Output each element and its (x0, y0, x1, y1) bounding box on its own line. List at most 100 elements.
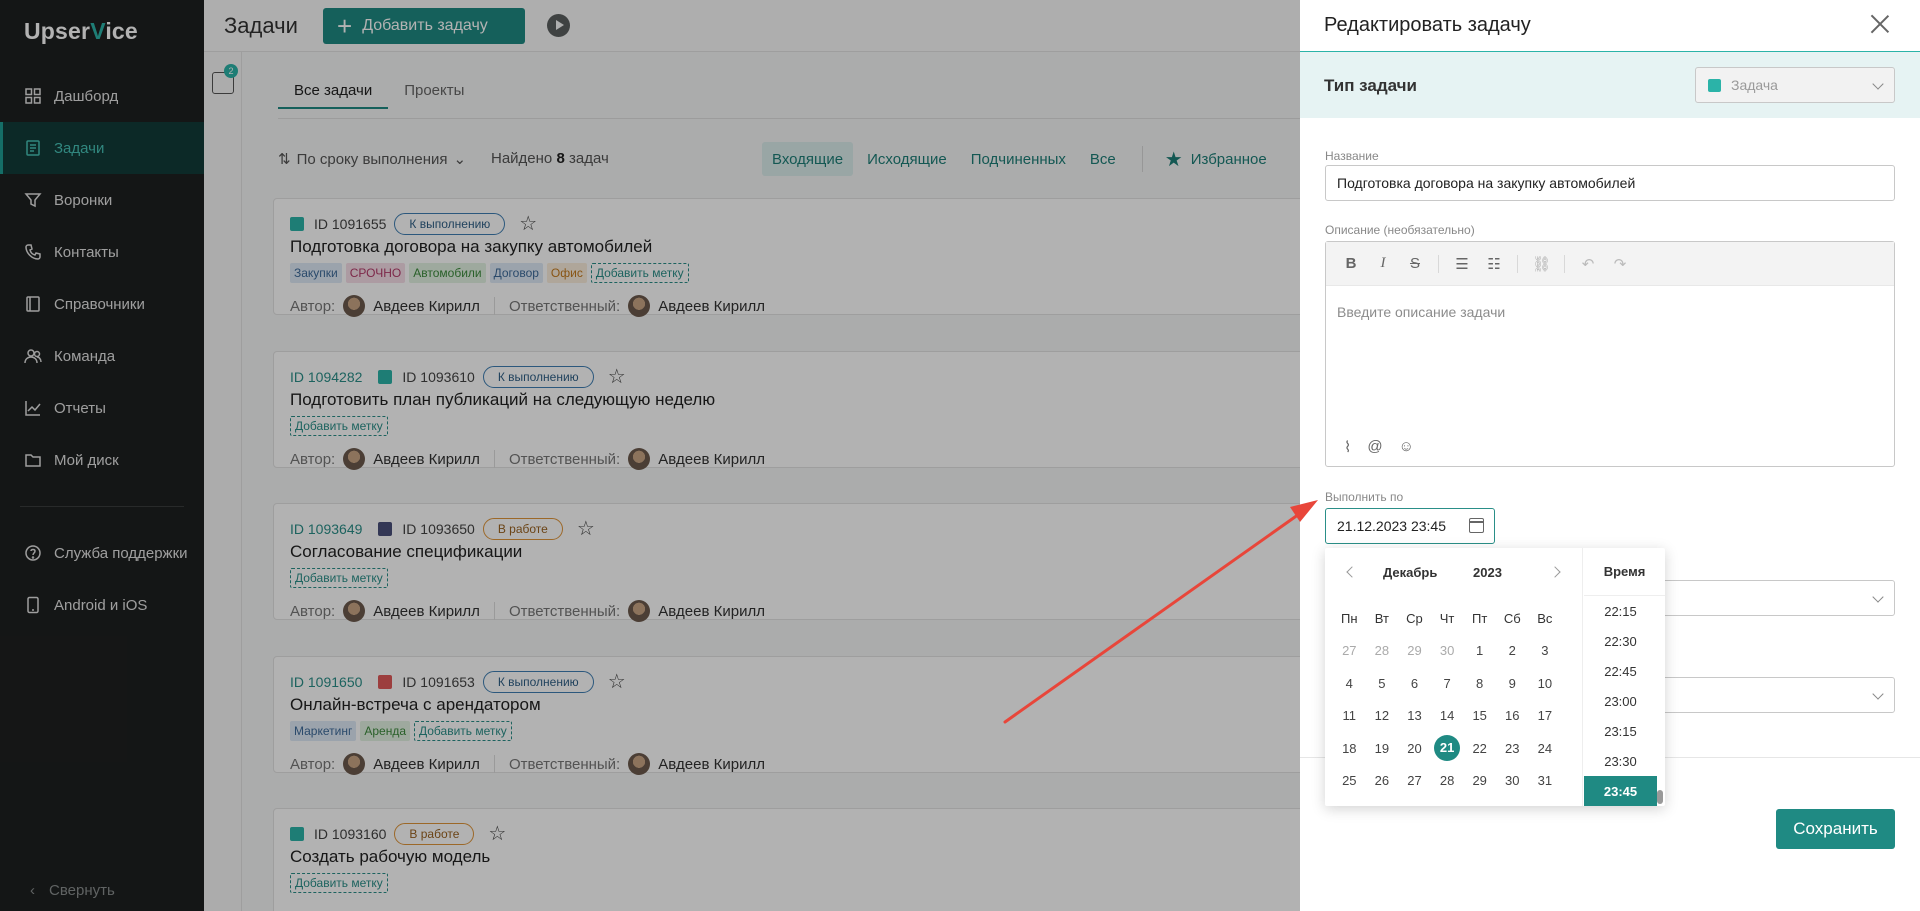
time-option[interactable]: 23:00 (1584, 686, 1657, 716)
calendar-day[interactable]: 8 (1463, 676, 1496, 691)
calendar-day-number: 30 (1439, 643, 1455, 659)
calendar-day[interactable]: 25 (1333, 773, 1366, 788)
time-option[interactable]: 23:15 (1584, 716, 1657, 746)
year-select[interactable]: 2023 (1473, 565, 1502, 580)
calendar-week: 18 19 20 21 22 23 24 (1333, 732, 1578, 765)
calendar-grid: Пн Вт Ср Чт Пт Сб Вс 27 28 29 30 1 2 3 4 5 6 7 8 9 10 11 12 13 1… (1333, 602, 1578, 797)
modal-overlay[interactable] (0, 0, 1300, 911)
task-type-value: Задача (1731, 77, 1778, 93)
chevron-right-icon[interactable] (1549, 566, 1561, 578)
calendar-day[interactable]: 29 (1463, 773, 1496, 788)
calendar-day-number: 5 (1378, 675, 1386, 691)
bulleted-list-icon[interactable]: ☰ (1453, 255, 1471, 273)
calendar-day[interactable]: 6 (1398, 676, 1431, 691)
weekday-label: Вс (1537, 610, 1553, 626)
redo-icon[interactable]: ↷ (1611, 255, 1629, 273)
calendar-day[interactable]: 21 (1431, 735, 1464, 762)
calendar-week: 25 26 27 28 29 30 31 (1333, 765, 1578, 798)
calendar-day-number: 3 (1541, 643, 1549, 659)
time-column: Время 22:15 22:30 22:45 23:00 23:15 23:30 23:4… (1584, 548, 1665, 806)
scrollbar[interactable] (1657, 790, 1663, 804)
weekday-label: Чт (1439, 610, 1455, 626)
time-option[interactable]: 23:45 (1584, 776, 1657, 806)
calendar-day[interactable]: 4 (1333, 676, 1366, 691)
chevron-left-icon[interactable] (1346, 566, 1358, 578)
name-label: Название (1325, 149, 1379, 163)
save-button[interactable]: Сохранить (1776, 809, 1895, 849)
calendar-day-number: 2 (1508, 643, 1516, 659)
calendar-day[interactable]: 12 (1366, 708, 1399, 723)
calendar-day[interactable]: 2 (1496, 643, 1529, 658)
calendar-day[interactable]: 1 (1463, 643, 1496, 658)
calendar-day[interactable]: 23 (1496, 741, 1529, 756)
calendar-day[interactable]: 5 (1366, 676, 1399, 691)
calendar-day[interactable]: 15 (1463, 708, 1496, 723)
link-icon[interactable]: ⛓ (1532, 255, 1551, 273)
calendar-day[interactable]: 19 (1366, 741, 1399, 756)
calendar-day[interactable]: 26 (1366, 773, 1399, 788)
calendar-day-number: 31 (1537, 773, 1553, 789)
calendar-day-number: 8 (1476, 675, 1484, 691)
calendar-day[interactable]: 10 (1529, 676, 1562, 691)
calendar-day[interactable]: 30 (1496, 773, 1529, 788)
calendar-day[interactable]: 29 (1398, 643, 1431, 658)
time-option[interactable]: 23:30 (1584, 746, 1657, 776)
calendar-day[interactable]: 11 (1333, 708, 1366, 723)
weekday-row: Пн Вт Ср Чт Пт Сб Вс (1333, 602, 1578, 635)
calendar-day[interactable]: 28 (1366, 643, 1399, 658)
numbered-list-icon[interactable]: ☷ (1485, 255, 1503, 273)
chevron-down-icon (1872, 591, 1884, 603)
calendar-day[interactable]: 14 (1431, 708, 1464, 723)
mention-icon[interactable]: @ (1367, 438, 1382, 456)
due-date-input[interactable]: 21.12.2023 23:45 (1325, 508, 1495, 544)
time-option[interactable]: 22:30 (1584, 626, 1657, 656)
undo-icon[interactable]: ↶ (1579, 255, 1597, 273)
time-list: 22:15 22:30 22:45 23:00 23:15 23:30 23:45 (1584, 596, 1657, 806)
calendar-day-number: 24 (1537, 740, 1553, 756)
calendar-day[interactable]: 27 (1333, 643, 1366, 658)
calendar-day-number: 17 (1537, 708, 1553, 724)
calendar-day[interactable]: 27 (1398, 773, 1431, 788)
weekday-label: Вт (1374, 610, 1389, 626)
time-option[interactable]: 22:15 (1584, 596, 1657, 626)
emoji-icon[interactable]: ☺ (1399, 438, 1414, 456)
calendar-day[interactable]: 9 (1496, 676, 1529, 691)
weekday-label: Пн (1341, 610, 1358, 626)
name-value: Подготовка договора на закупку автомобил… (1337, 175, 1636, 191)
divider (1438, 254, 1439, 273)
calendar-day-number: 21 (1434, 735, 1461, 762)
close-icon[interactable] (1870, 14, 1890, 34)
calendar-day-number: 1 (1476, 643, 1484, 659)
calendar-day[interactable]: 28 (1431, 773, 1464, 788)
due-date-value: 21.12.2023 23:45 (1337, 518, 1446, 534)
calendar-day[interactable]: 13 (1398, 708, 1431, 723)
calendar-day-number: 9 (1508, 675, 1516, 691)
calendar-day[interactable]: 22 (1463, 741, 1496, 756)
description-label: Описание (необязательно) (1325, 223, 1475, 237)
strikethrough-icon[interactable]: S (1406, 255, 1424, 272)
calendar-day[interactable]: 30 (1431, 643, 1464, 658)
calendar-day[interactable]: 18 (1333, 741, 1366, 756)
description-editor[interactable]: B I S ☰ ☷ ⛓ ↶ ↷ Введите описание задачи … (1325, 241, 1895, 467)
calendar-day-number: 23 (1505, 740, 1520, 756)
bold-icon[interactable]: B (1342, 255, 1360, 272)
calendar-day[interactable]: 7 (1431, 676, 1464, 691)
attachment-icon[interactable]: ⌇ (1344, 438, 1351, 456)
calendar-day[interactable]: 17 (1529, 708, 1562, 723)
calendar-day-number: 28 (1439, 773, 1455, 789)
time-option[interactable]: 22:45 (1584, 656, 1657, 686)
calendar-day[interactable]: 31 (1529, 773, 1562, 788)
task-type-select[interactable]: Задача (1695, 67, 1895, 103)
calendar-day[interactable]: 3 (1529, 643, 1562, 658)
month-select[interactable]: Декабрь (1383, 565, 1437, 580)
italic-icon[interactable]: I (1374, 255, 1392, 272)
calendar-day-number: 15 (1472, 708, 1487, 724)
calendar-day-number: 11 (1342, 708, 1357, 724)
calendar-day-number: 25 (1342, 773, 1357, 789)
calendar-day[interactable]: 24 (1529, 741, 1562, 756)
calendar-day[interactable]: 16 (1496, 708, 1529, 723)
calendar-day-number: 7 (1443, 675, 1451, 691)
calendar-day[interactable]: 20 (1398, 741, 1431, 756)
name-field[interactable]: Подготовка договора на закупку автомобил… (1325, 165, 1895, 201)
calendar-icon[interactable] (1469, 518, 1484, 533)
